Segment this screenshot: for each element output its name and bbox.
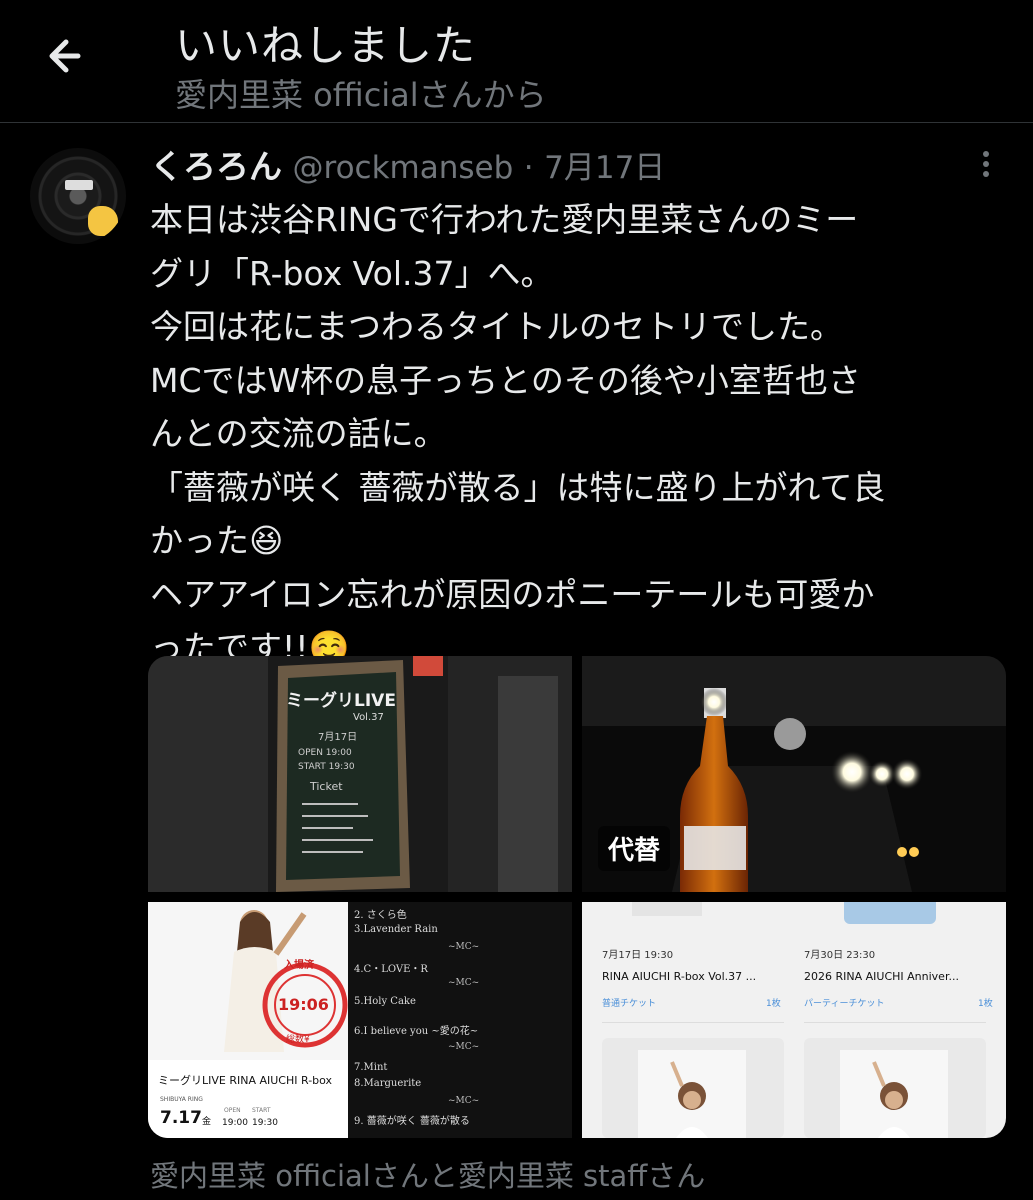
- page-title: いいねしました: [175, 21, 477, 70]
- tweet-text: 本日は渋谷RINGで行われた愛内里菜さんのミー グリ「R-box Vol.37」…: [150, 193, 1010, 675]
- board-line: 7月17日: [318, 732, 358, 743]
- stamp-bottom: 総数¥: [286, 1035, 310, 1045]
- record-label-icon: [65, 180, 93, 190]
- photo-ticket-setlist[interactable]: 入場済 19:06 総数¥ ミーグリLIVE RINA AIUCHI R-box…: [148, 902, 572, 1138]
- card2-datetime: 7月30日 23:30: [804, 950, 876, 961]
- setlist-item: 6.I believe you ~愛の花~: [354, 1026, 479, 1037]
- tweet-line: グリ「R-box Vol.37」へ。: [150, 253, 554, 293]
- thumb-stub: [844, 902, 936, 924]
- card3-thumbnail[interactable]: [602, 1038, 784, 1138]
- tweet-line: 今回は花にまつわるタイトルのセトリでした。: [150, 307, 843, 346]
- avatar[interactable]: [30, 148, 126, 244]
- card1-type: 普通チケット: [602, 999, 657, 1009]
- meta-separator: ·: [523, 150, 534, 186]
- card2-type: パーティーチケット: [804, 999, 885, 1009]
- tweet-line: MCではW杯の息子っちとのその後や小室哲也さ: [150, 360, 861, 400]
- photo-ticket-app[interactable]: 7月17日 19:30 RINA AIUCHI R-box Vol.37 ...…: [582, 902, 1006, 1138]
- setlist-item: 7.Mint: [354, 1062, 388, 1073]
- setlist-item: 2. さくら色: [354, 910, 407, 921]
- open-time: 19:00: [222, 1118, 248, 1128]
- board-line: START 19:30: [298, 762, 355, 772]
- tweet-date[interactable]: 7月17日: [544, 150, 665, 186]
- setlist-item: ~MC~: [448, 942, 480, 952]
- setlist-item: 4.C・LOVE・R: [354, 964, 428, 975]
- page-subtitle: 愛内里菜 officialさんから: [175, 76, 547, 114]
- card2-count: 1枚: [978, 999, 993, 1009]
- card1-count: 1枚: [766, 999, 781, 1009]
- card-divider: [804, 1022, 986, 1023]
- alt-badge[interactable]: 代替: [598, 826, 671, 871]
- thumb-stub: [632, 902, 702, 916]
- board-scribbles: [302, 803, 373, 853]
- card1-title[interactable]: RINA AIUCHI R-box Vol.37 ...: [602, 970, 756, 983]
- tweet-line: 「薔薇が咲く 薔薇が散る」は特に盛り上がれて良: [150, 467, 886, 507]
- thumbs-up-icon: [88, 206, 118, 236]
- open-label: OPEN: [224, 1107, 241, 1114]
- start-label: START: [252, 1107, 271, 1114]
- start-time: 19:30: [252, 1118, 278, 1128]
- tweet-line: かった😆: [150, 521, 284, 560]
- setlist-item: 8.Marguerite: [354, 1078, 422, 1089]
- author-handle[interactable]: @rockmanseb: [293, 150, 514, 186]
- card2-title[interactable]: 2026 RINA AIUCHI Anniver...: [804, 970, 959, 983]
- setlist-item: ~MC~: [448, 1042, 480, 1052]
- author-name[interactable]: くろろん: [150, 147, 282, 186]
- top-bar: いいねしました 愛内里菜 officialさんから: [0, 0, 1033, 122]
- stamp-time: 19:06: [278, 995, 329, 1014]
- setlist-item: 9. 薔薇が咲く 薔薇が散る: [354, 1116, 470, 1127]
- setlist-item: ~MC~: [448, 1096, 480, 1106]
- stamp-top: 入場済: [284, 960, 314, 971]
- setlist-item: 5.Holy Cake: [354, 996, 416, 1007]
- more-options-icon[interactable]: [972, 148, 1000, 182]
- setlist-item: 3.Lavender Rain: [354, 924, 438, 935]
- board-vol: Vol.37: [353, 712, 384, 723]
- media-grid: ミーグリLIVE Vol.37 7月17日 OPEN 19:00 START 1…: [148, 656, 1006, 1138]
- board-line: Ticket: [310, 780, 343, 793]
- liked-by-text[interactable]: 愛内里菜 officialさんと愛内里菜 staffさん: [150, 1153, 705, 1195]
- tweet-line: 本日は渋谷RINGで行われた愛内里菜さんのミー: [150, 200, 859, 239]
- ticket-date: 7.17: [160, 1108, 202, 1128]
- tweet-meta: くろろん @rockmanseb · 7月17日: [150, 140, 665, 188]
- tweet-line: ヘアアイロン忘れが原因のポニーテールも可愛か: [150, 574, 875, 614]
- ticket-weekday: 金: [202, 1117, 212, 1127]
- setlist-item: ~MC~: [448, 978, 480, 988]
- board-title: ミーグリLIVE: [286, 691, 396, 711]
- card-divider: [602, 1022, 784, 1023]
- card1-datetime: 7月17日 19:30: [602, 950, 674, 961]
- photo-chalkboard[interactable]: ミーグリLIVE Vol.37 7月17日 OPEN 19:00 START 1…: [148, 656, 572, 892]
- header-divider: [0, 122, 1033, 123]
- board-line: OPEN 19:00: [298, 748, 352, 758]
- back-arrow-icon[interactable]: [40, 28, 96, 84]
- ticket-venue: SHIBUYA RING: [160, 1096, 203, 1103]
- ticket-event: ミーグリLIVE RINA AIUCHI R-box: [158, 1074, 333, 1087]
- card4-thumbnail[interactable]: [804, 1038, 986, 1138]
- tweet-line: んとの交流の話に。: [150, 414, 447, 453]
- photo-beer-stage[interactable]: 代替: [582, 656, 1006, 892]
